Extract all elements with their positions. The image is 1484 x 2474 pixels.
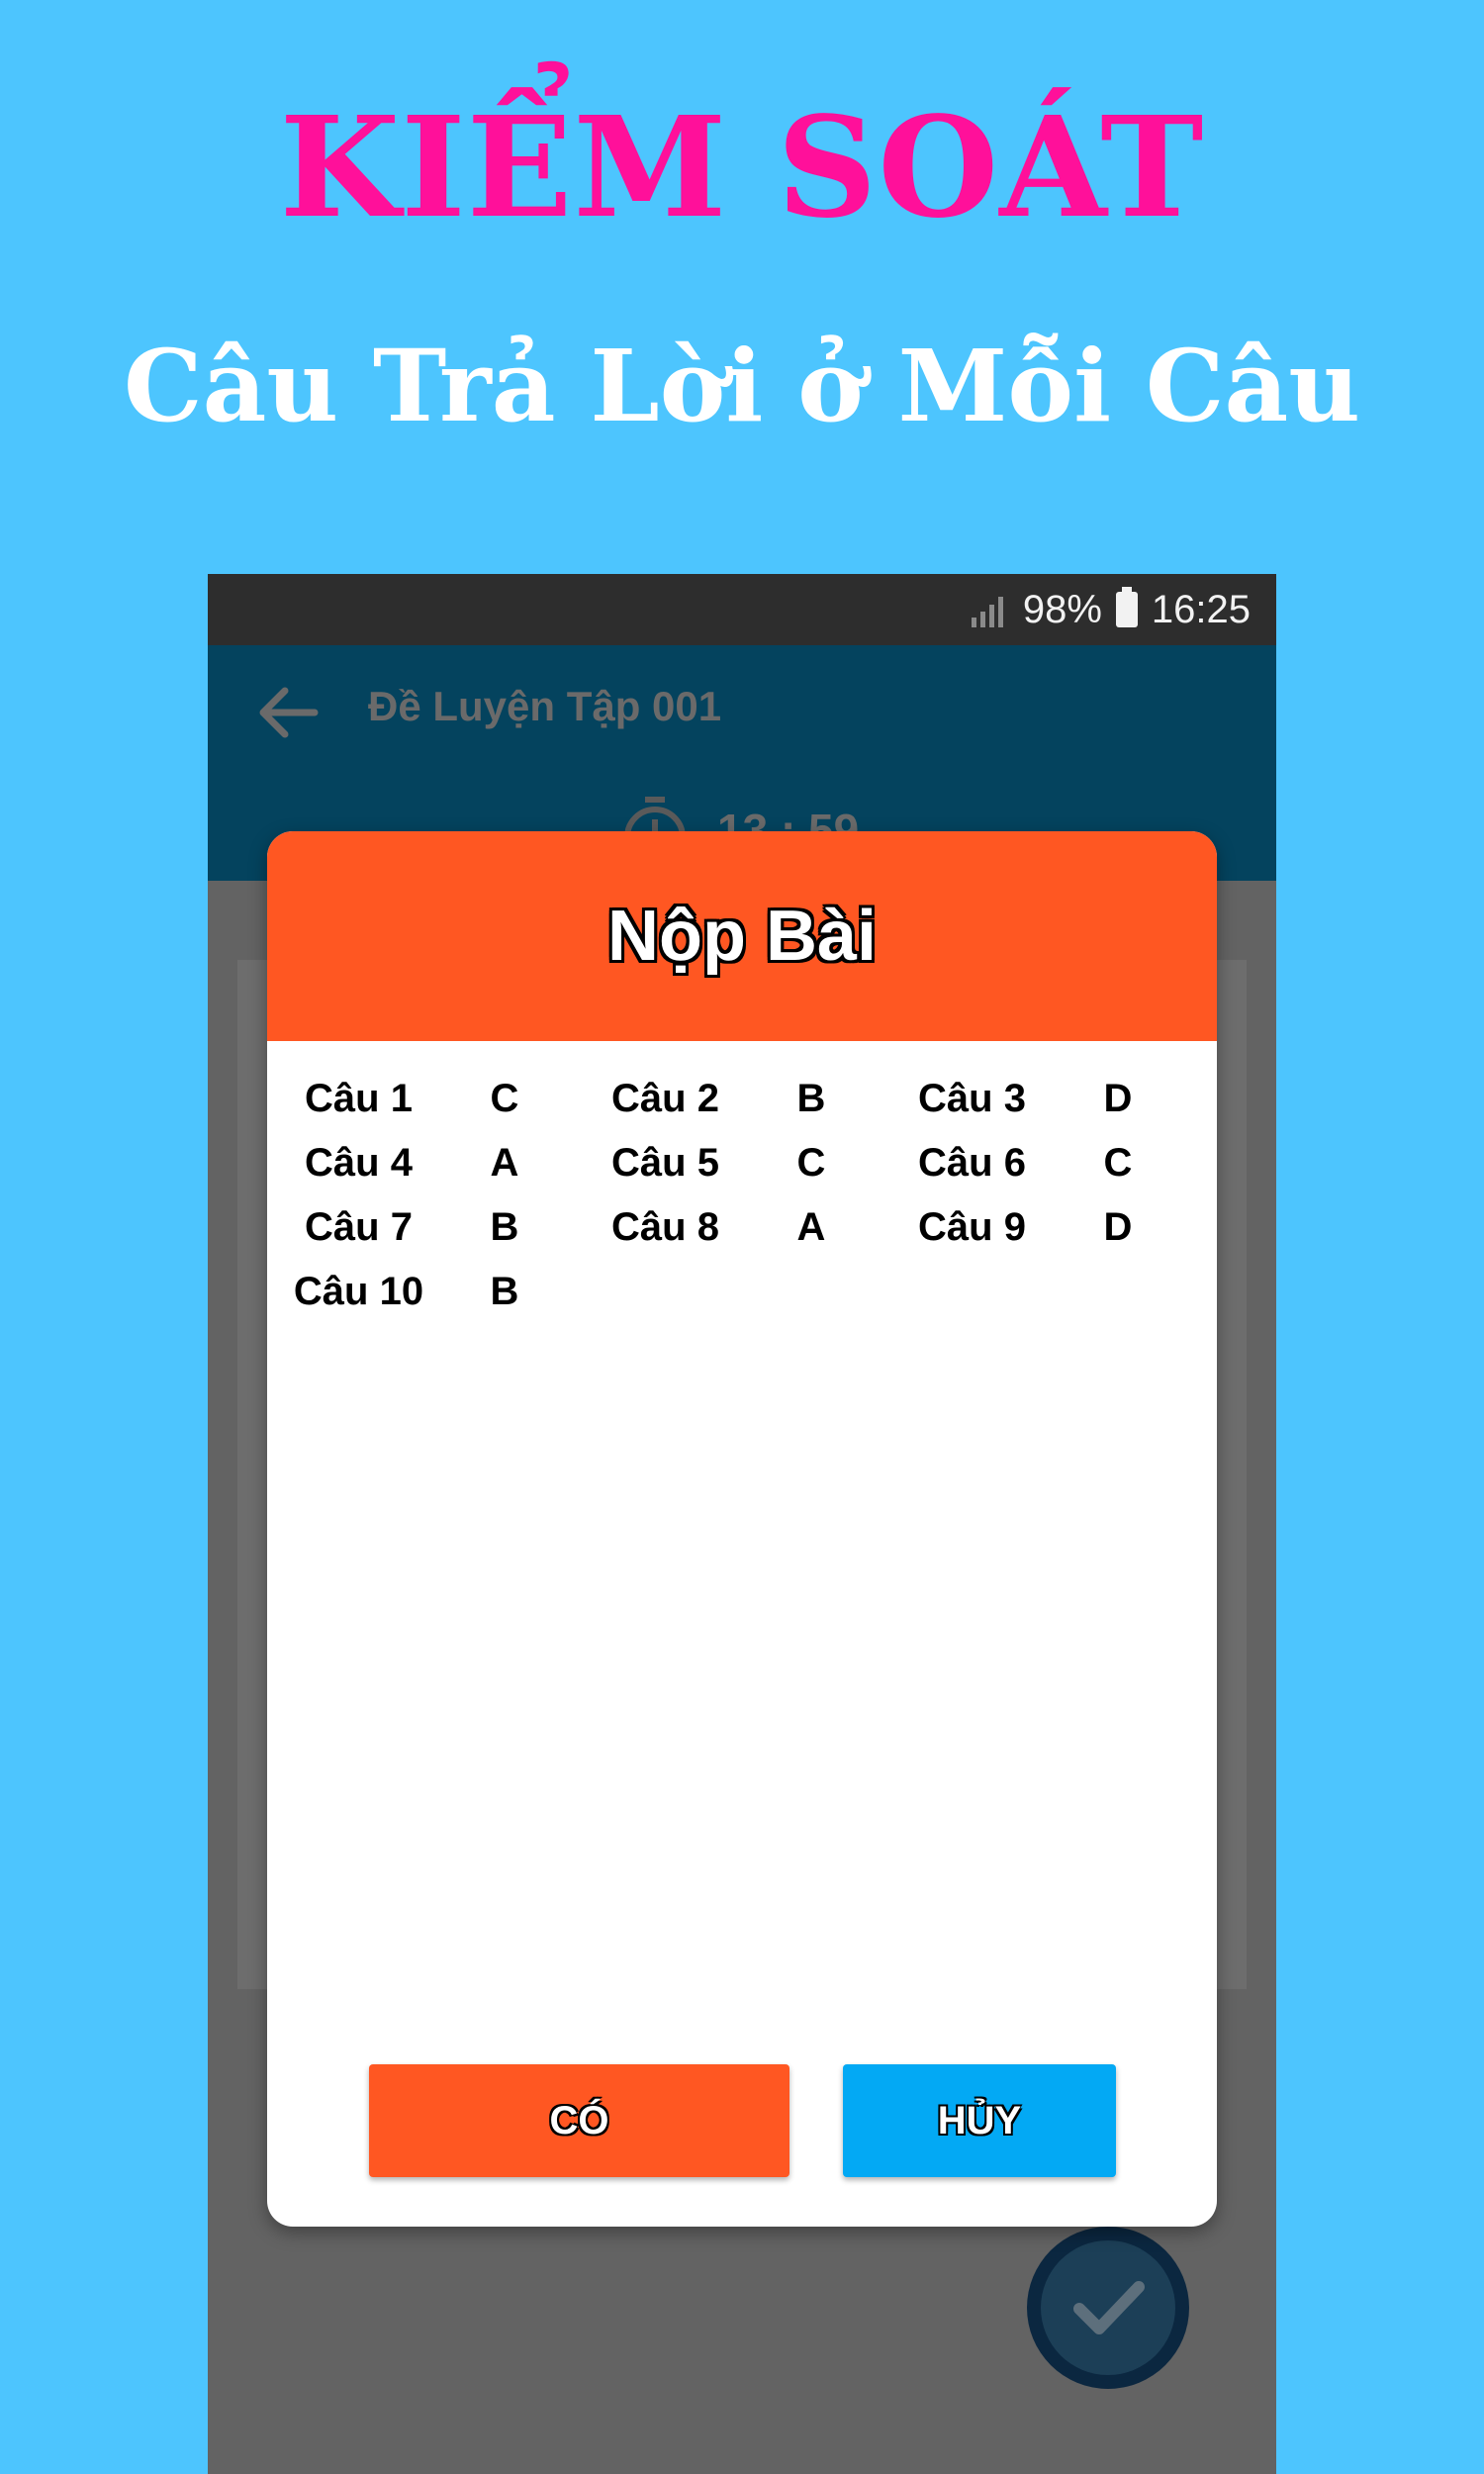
question-answer: A <box>796 1205 826 1249</box>
answer-item: Câu 6 C <box>881 1141 1187 1186</box>
submit-fab[interactable] <box>1027 2227 1189 2389</box>
confirm-submit-button[interactable]: CÓ <box>369 2064 789 2177</box>
check-icon <box>1073 2281 1145 2334</box>
question-label: Câu 6 <box>918 1141 1026 1185</box>
back-arrow-icon[interactable] <box>249 673 328 752</box>
promo-subtitle: Câu Trả Lời ở Mỗi Câu <box>124 328 1360 444</box>
answer-item: Câu 2 B <box>574 1077 881 1121</box>
answer-summary: Câu 1 C Câu 2 B Câu 3 D Câu 4 A Câu 5 C <box>267 1067 1217 1324</box>
question-label: Câu 5 <box>611 1141 719 1185</box>
answer-item: Câu 8 A <box>574 1205 881 1250</box>
question-label: Câu 8 <box>611 1205 719 1249</box>
answer-item: Câu 10 B <box>267 1270 574 1314</box>
question-answer: B <box>796 1077 826 1120</box>
question-answer: C <box>490 1077 519 1120</box>
answer-item: Câu 4 A <box>267 1141 574 1186</box>
battery-percent: 98% <box>1022 587 1102 631</box>
battery-icon <box>1115 587 1138 627</box>
cancel-button[interactable]: HỦY <box>843 2064 1116 2177</box>
status-bar: 98% 16:25 <box>208 574 1276 645</box>
question-answer: B <box>490 1205 519 1249</box>
question-label: Câu 2 <box>611 1077 719 1120</box>
exam-title: Đề Luyện Tập 001 <box>368 683 722 729</box>
question-label: Câu 4 <box>305 1141 413 1185</box>
question-label: Câu 1 <box>305 1077 413 1120</box>
dialog-title: Nộp Bài <box>606 897 877 976</box>
answer-item: Câu 1 C <box>267 1077 574 1121</box>
answer-item: Câu 5 C <box>574 1141 881 1186</box>
question-label: Câu 10 <box>293 1270 424 1313</box>
question-label: Câu 9 <box>918 1205 1026 1249</box>
dialog-header: Nộp Bài <box>267 831 1217 1041</box>
answer-item: Câu 3 D <box>881 1077 1187 1121</box>
question-answer: B <box>490 1270 519 1313</box>
question-label: Câu 7 <box>305 1205 413 1249</box>
question-answer: A <box>490 1141 519 1185</box>
answer-item: Câu 9 D <box>881 1205 1187 1250</box>
status-time: 16:25 <box>1151 587 1251 631</box>
submit-dialog: Nộp Bài Câu 1 C Câu 2 B Câu 3 D Câu 4 A … <box>267 831 1217 2227</box>
question-answer: D <box>1103 1077 1133 1120</box>
answer-item: Câu 7 B <box>267 1205 574 1250</box>
question-label: Câu 3 <box>918 1077 1026 1120</box>
question-answer: C <box>796 1141 826 1185</box>
question-answer: C <box>1103 1141 1133 1185</box>
promo-title: KIỂM SOÁT <box>279 87 1205 249</box>
signal-icon <box>971 597 1003 627</box>
question-answer: D <box>1103 1205 1133 1249</box>
